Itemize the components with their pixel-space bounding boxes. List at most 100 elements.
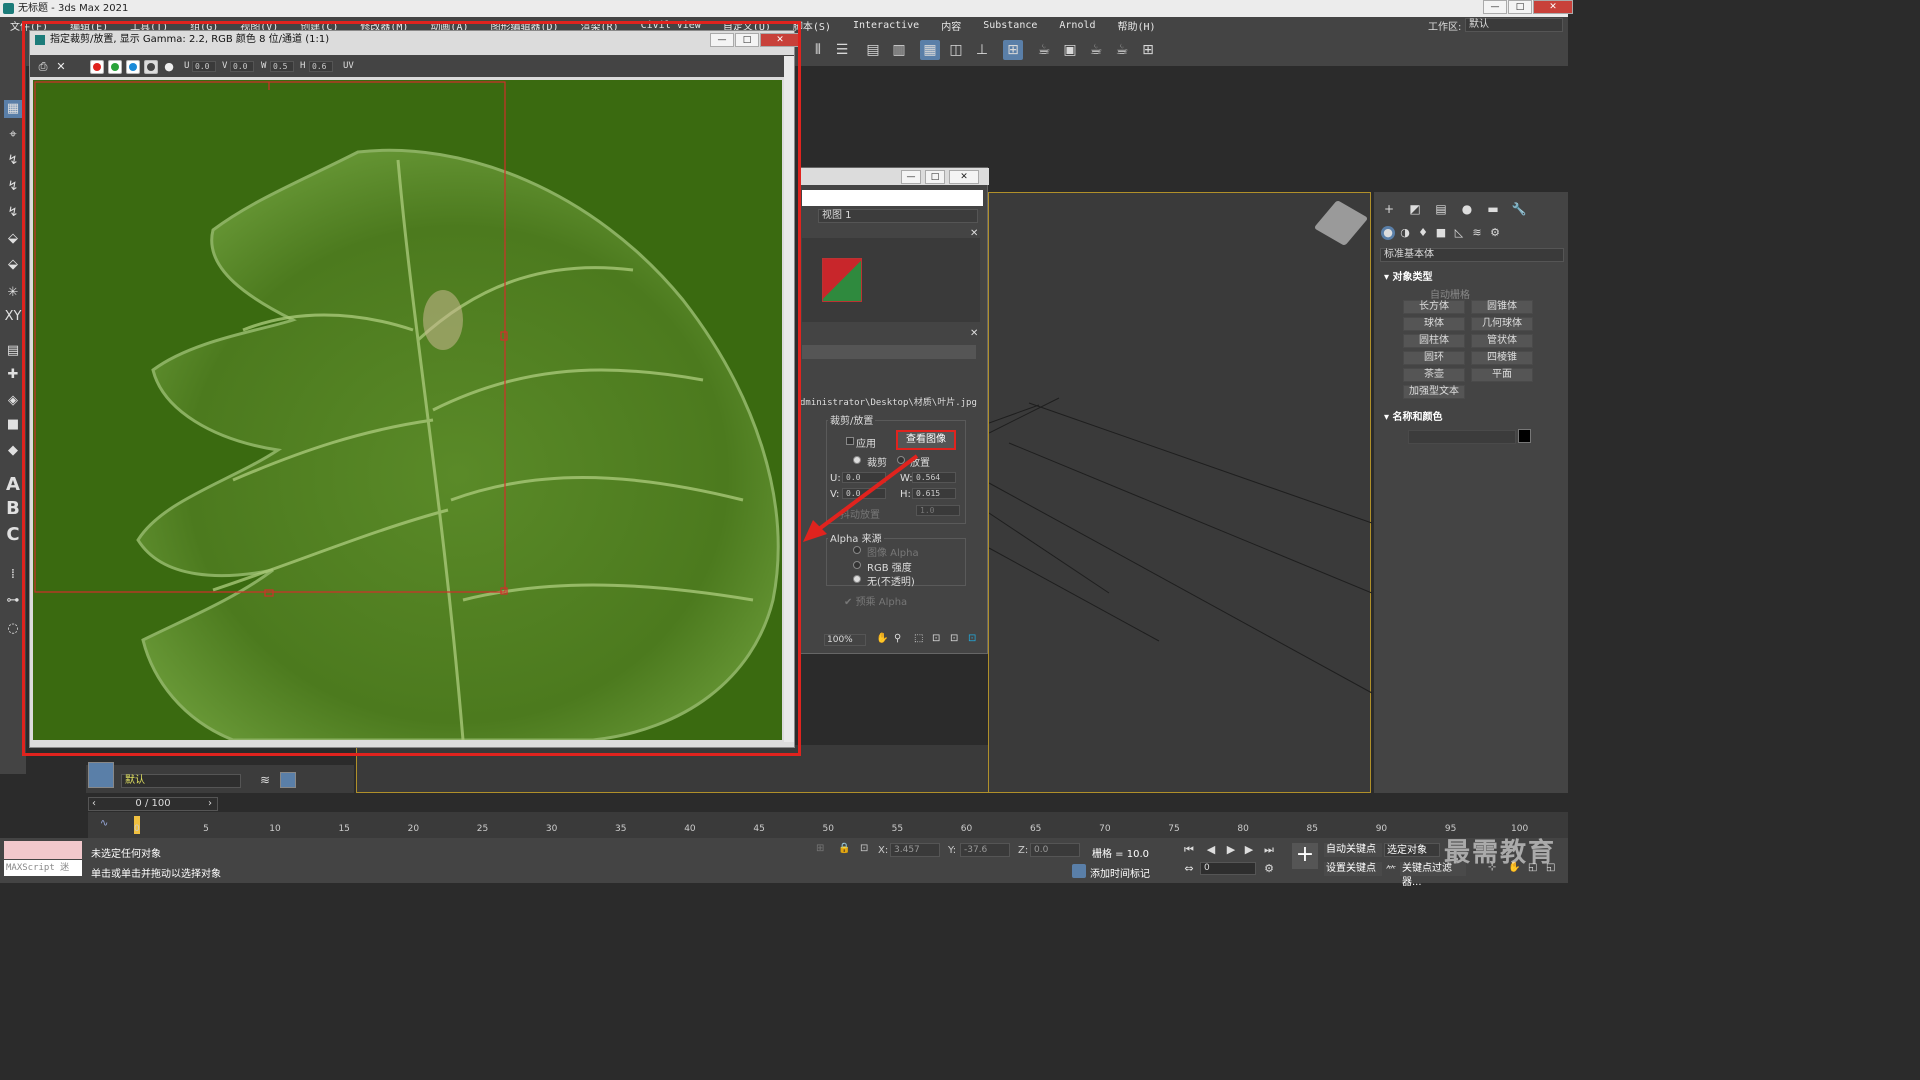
maxscript-listener-input[interactable]: MAXScript 迷 xyxy=(4,860,82,876)
lights-icon[interactable]: ♦ xyxy=(1416,226,1430,240)
snap-icon[interactable]: ✳ xyxy=(4,284,22,302)
render-iterative-icon[interactable]: ☕ xyxy=(1112,40,1132,60)
current-layer-field[interactable]: 默认 xyxy=(121,774,241,788)
modify-tab-icon[interactable]: ◩ xyxy=(1407,202,1423,218)
teapot-button[interactable]: 茶壶 xyxy=(1403,368,1465,382)
layer-explorer-icon[interactable]: ▤ xyxy=(863,40,883,60)
time-slider[interactable]: 0 / 100 xyxy=(88,797,218,811)
zoom-dropdown[interactable]: 100% xyxy=(824,634,866,646)
snapshot-a-icon[interactable]: A xyxy=(4,476,22,494)
rendered-frame-window-icon[interactable]: ▣ xyxy=(1060,40,1080,60)
utilities-tab-icon[interactable]: 🔧 xyxy=(1511,202,1527,218)
rgb-intensity-radio[interactable] xyxy=(853,561,861,569)
sphere-button[interactable]: 球体 xyxy=(1403,317,1465,331)
text-plus-button[interactable]: 加强型文本 xyxy=(1403,385,1465,399)
object-name-field[interactable] xyxy=(1408,430,1516,444)
layer-manager-icon[interactable] xyxy=(88,762,114,788)
none-opaque-radio[interactable] xyxy=(853,575,861,583)
select-rotate-icon[interactable]: ⬙ xyxy=(4,256,22,274)
close-section-icon[interactable]: ✕ xyxy=(970,328,978,339)
goto-end-icon[interactable]: ⏭ xyxy=(1262,843,1276,857)
bitmap-path[interactable]: dministrator\Desktop\材质\叶片.jpg xyxy=(800,395,977,408)
time-config-icon[interactable]: ⚙ xyxy=(1262,862,1276,876)
geometry-icon[interactable]: ● xyxy=(1381,226,1395,240)
zoom-extents-icon[interactable]: ⊡ xyxy=(932,633,940,644)
close-button[interactable]: ✕ xyxy=(1533,0,1573,14)
x-coordinate-field[interactable]: 3.457 xyxy=(890,843,940,857)
object-category-dropdown[interactable]: 标准基本体 xyxy=(1380,248,1564,262)
pyramid-button[interactable]: 四棱锥 xyxy=(1471,351,1533,365)
auto-key-button[interactable]: 自动关键点 xyxy=(1324,843,1382,857)
snapshot-b-icon[interactable]: B xyxy=(4,500,22,518)
modify-icon[interactable]: ◈ xyxy=(4,392,22,410)
helpers-icon[interactable]: ◺ xyxy=(1452,226,1466,240)
zoom-fit-icon[interactable]: ⊡ xyxy=(950,633,958,644)
layer-toggle-icon[interactable] xyxy=(280,772,296,788)
key-filter-icon[interactable]: ⺮ xyxy=(1386,862,1396,877)
play-icon[interactable]: ▶ xyxy=(1224,843,1238,857)
align-icon[interactable]: ☰ xyxy=(832,40,852,60)
xy-plane-icon[interactable]: XY xyxy=(4,308,22,326)
zoom-region-icon[interactable]: ⬚ xyxy=(914,633,923,644)
display-tab-icon[interactable]: ▬ xyxy=(1485,202,1501,218)
compact-material-icon[interactable]: ⊞ xyxy=(1003,40,1023,60)
hierarchy-icon[interactable]: ■ xyxy=(4,416,22,434)
geosphere-button[interactable]: 几何球体 xyxy=(1471,317,1533,331)
select-move-icon[interactable]: ⬙ xyxy=(4,230,22,248)
set-key-icon[interactable]: + xyxy=(1292,843,1318,869)
curve-mini-icon[interactable]: ∿ xyxy=(100,818,108,829)
menu-item[interactable]: Interactive xyxy=(853,20,919,31)
menu-item[interactable]: Arnold xyxy=(1059,20,1095,31)
hierarchy-tab-icon[interactable]: ▤ xyxy=(1433,202,1449,218)
absolute-mode-icon[interactable]: ⊡ xyxy=(860,843,868,854)
time-next-icon[interactable]: › xyxy=(208,798,212,809)
schematic-view-icon[interactable]: ◫ xyxy=(946,40,966,60)
time-tag-icon[interactable] xyxy=(1072,864,1086,878)
plane-button[interactable]: 平面 xyxy=(1471,368,1533,382)
layer-stack-icon[interactable]: ≋ xyxy=(260,773,270,787)
torus-button[interactable]: 圆环 xyxy=(1403,351,1465,365)
add-time-tag[interactable]: 添加时间标记 xyxy=(1090,865,1150,880)
next-frame-icon[interactable]: ▶ xyxy=(1242,843,1256,857)
link-icon[interactable]: ↯ xyxy=(4,152,22,170)
y-coordinate-field[interactable]: -37.6 xyxy=(960,843,1010,857)
tube-button[interactable]: 管状体 xyxy=(1471,334,1533,348)
render-production-icon[interactable]: ☕ xyxy=(1086,40,1106,60)
isolate-selection-icon[interactable]: ⊞ xyxy=(816,843,824,854)
material-preview-swatch[interactable] xyxy=(822,258,862,302)
premultiplied-alpha-checkbox[interactable]: ✔ 预乘 Alpha xyxy=(844,593,907,608)
box-button[interactable]: 长方体 xyxy=(1403,300,1465,314)
z-coordinate-field[interactable]: 0.0 xyxy=(1030,843,1080,857)
isolate-icon[interactable]: ⊶ xyxy=(4,592,22,610)
current-frame-field[interactable]: 0 xyxy=(1200,862,1256,875)
snapshot-c-icon[interactable]: C xyxy=(4,526,22,544)
curve-editor-icon[interactable]: ▦ xyxy=(920,40,940,60)
key-selection-dropdown[interactable]: 选定对象 xyxy=(1384,843,1440,857)
menu-item[interactable]: 内容 xyxy=(941,18,961,33)
display-icon[interactable]: ◆ xyxy=(4,442,22,460)
previous-frame-icon[interactable]: ◀ xyxy=(1204,843,1218,857)
menu-item[interactable]: Substance xyxy=(983,20,1037,31)
material-name-field[interactable] xyxy=(802,190,983,206)
zoom-all-icon[interactable]: ⊡ xyxy=(968,633,976,644)
orbit-icon[interactable]: ◌ xyxy=(4,620,22,638)
lock-selection-icon[interactable]: 🔒 xyxy=(838,843,850,854)
time-prev-icon[interactable]: ‹ xyxy=(92,798,96,809)
zoom-icon[interactable]: ⚲ xyxy=(894,633,901,644)
cylinder-button[interactable]: 圆柱体 xyxy=(1403,334,1465,348)
minimize-button[interactable]: — xyxy=(1483,0,1507,14)
render-setup-icon[interactable]: ☕ xyxy=(1034,40,1054,60)
name-color-header[interactable]: ▾ 名称和颜色 xyxy=(1384,408,1443,423)
view-dropdown[interactable]: 视图 1 xyxy=(818,209,978,223)
systems-icon[interactable]: ⚙ xyxy=(1488,226,1502,240)
mirror-icon[interactable]: ⫴ xyxy=(808,40,828,60)
object-color-swatch[interactable] xyxy=(1518,429,1531,443)
pan-icon[interactable]: ✋ xyxy=(876,633,888,644)
object-type-header[interactable]: ▾ 对象类型 xyxy=(1384,268,1433,283)
cone-button[interactable]: 圆锥体 xyxy=(1471,300,1533,314)
key-mode-icon[interactable]: ⇔ xyxy=(1182,862,1196,876)
autogrid-checkbox[interactable]: 自动栅格 xyxy=(1430,286,1470,301)
render-grid-icon[interactable]: ⊞ xyxy=(1138,40,1158,60)
selection-set-icon[interactable]: ⁞ xyxy=(4,566,22,584)
workspace-dropdown[interactable]: 默认 xyxy=(1465,18,1563,32)
